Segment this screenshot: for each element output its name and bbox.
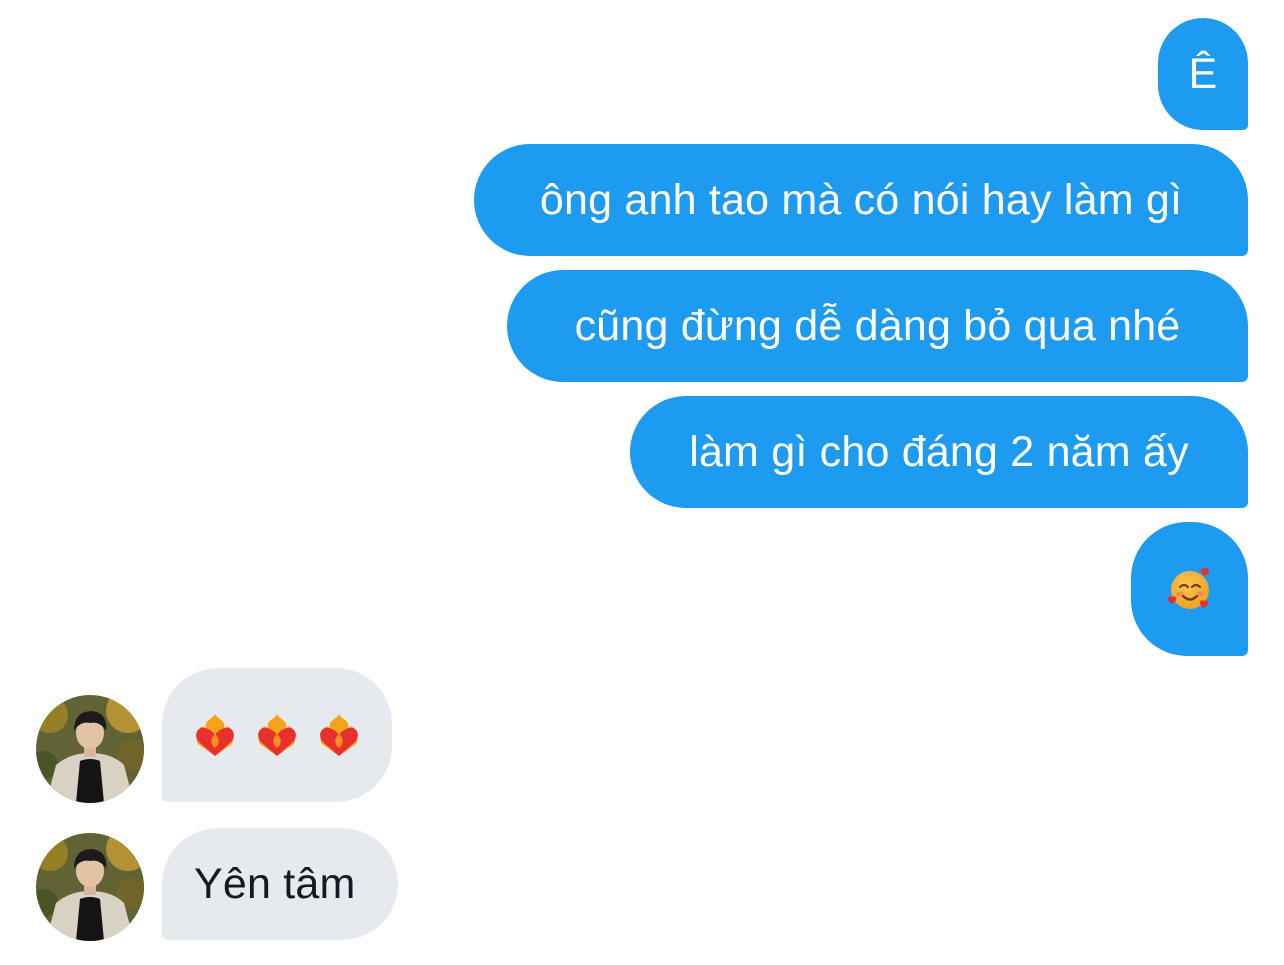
heart-on-fire-icon [318,712,360,758]
sent-message-bubble[interactable] [1131,522,1248,656]
avatar[interactable] [36,833,144,941]
received-message-bubble[interactable]: Yên tâm [162,828,398,940]
message-text: làm gì cho đáng 2 năm ấy [689,427,1189,476]
smiling-face-with-hearts-icon [1166,565,1214,613]
sent-message-bubble[interactable]: Ê [1158,18,1248,130]
message-text: ông anh tao mà có nói hay làm gì [539,175,1183,224]
profile-photo [36,833,144,941]
heart-on-fire-emojis [194,712,360,758]
message-text: Ê [1188,49,1218,98]
heart-on-fire-icon [256,712,298,758]
heart-on-fire-icon [194,712,236,758]
avatar[interactable] [36,695,144,803]
message-text: Yên tâm [194,859,356,908]
message-text: cũng đừng dễ dàng bỏ qua nhé [574,301,1181,350]
sent-message-bubble[interactable]: cũng đừng dễ dàng bỏ qua nhé [507,270,1248,382]
sent-message-bubble[interactable]: ông anh tao mà có nói hay làm gì [474,144,1248,256]
sent-message-bubble[interactable]: làm gì cho đáng 2 năm ấy [630,396,1248,508]
received-message-bubble[interactable] [162,668,392,802]
profile-photo [36,695,144,803]
